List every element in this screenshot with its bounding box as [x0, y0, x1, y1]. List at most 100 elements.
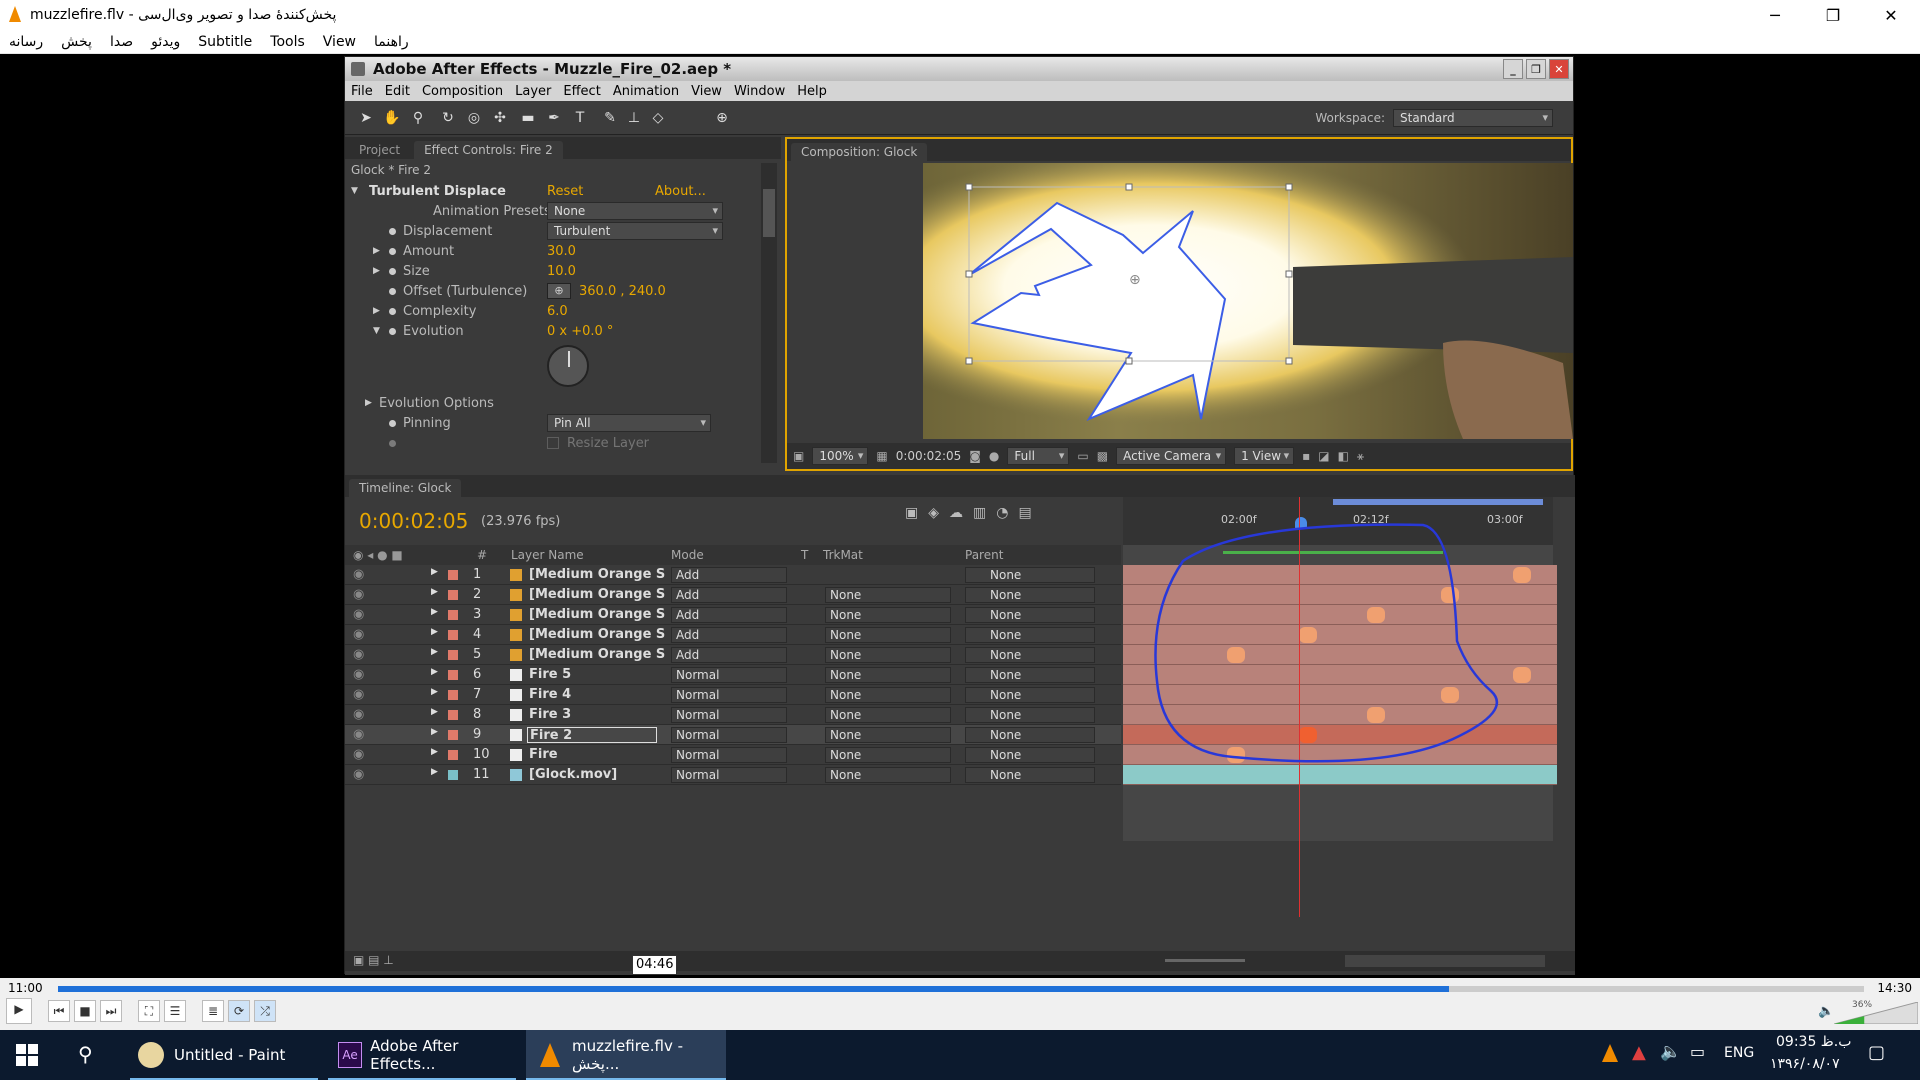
menu-media[interactable]: رسانه: [9, 34, 43, 50]
expand-arrow-icon[interactable]: ▶: [431, 767, 438, 777]
eye-icon[interactable]: ◉: [353, 667, 364, 682]
eye-icon[interactable]: ◉: [353, 747, 364, 762]
taskbar-app-paint[interactable]: Untitled - Paint: [130, 1030, 318, 1080]
stopwatch-icon[interactable]: [389, 419, 396, 427]
size-value[interactable]: 10.0: [547, 264, 576, 279]
trkmat-dropdown[interactable]: None: [825, 707, 951, 723]
expand-arrow-icon[interactable]: ▶: [373, 266, 380, 276]
layer-row[interactable]: ◉ ▶ 4 [Medium Orange S Add None None: [345, 625, 1121, 645]
stop-button[interactable]: ■: [74, 1000, 96, 1022]
previous-button[interactable]: ⏮: [48, 1000, 70, 1022]
stopwatch-icon[interactable]: [389, 227, 396, 235]
label-color[interactable]: [448, 590, 458, 600]
shuffle-button[interactable]: ⤮: [254, 1000, 276, 1022]
anchor-point-icon[interactable]: ⊕: [1129, 272, 1141, 288]
composition-viewer[interactable]: ⊕: [923, 163, 1573, 439]
search-icon[interactable]: ⚲: [78, 1042, 93, 1066]
ae-menu-window[interactable]: Window: [734, 84, 785, 99]
parent-dropdown[interactable]: None: [965, 647, 1095, 663]
menu-view[interactable]: View: [323, 34, 356, 50]
graph-editor-icon[interactable]: ▤: [1018, 505, 1031, 521]
clock-date[interactable]: ۱۳۹۶/۰۸/۰۷: [1770, 1056, 1840, 1072]
loop-button[interactable]: ⟳: [228, 1000, 250, 1022]
comp-timecode[interactable]: 0:00:02:05: [896, 449, 962, 463]
collapse-arrow-icon[interactable]: ▼: [373, 326, 380, 336]
brush-tool-icon[interactable]: ✎: [601, 109, 619, 127]
layer-row-selected[interactable]: ◉ ▶ 9 Fire 2 Normal None None: [345, 725, 1121, 745]
layer-row[interactable]: ◉ ▶ 5 [Medium Orange S Add None None: [345, 645, 1121, 665]
hand-tool-icon[interactable]: ✋: [383, 109, 401, 127]
layer-name[interactable]: Fire 2: [527, 727, 657, 743]
expand-arrow-icon[interactable]: ▶: [373, 246, 380, 256]
eye-icon[interactable]: ◉: [353, 727, 364, 742]
layer-row[interactable]: ◉ ▶ 6 Fire 5 Normal None None: [345, 665, 1121, 685]
ae-menu-edit[interactable]: Edit: [385, 84, 410, 99]
ae-menu-effect[interactable]: Effect: [563, 84, 600, 99]
layer-name[interactable]: Fire 5: [529, 667, 571, 682]
layer-row[interactable]: ◉ ▶ 3 [Medium Orange S Add None None: [345, 605, 1121, 625]
crosshair-icon[interactable]: ⊕: [547, 283, 571, 299]
hide-shy-icon[interactable]: ☁: [949, 505, 963, 521]
camera-tool-icon[interactable]: ◎: [465, 109, 483, 127]
play-button[interactable]: ▶: [6, 998, 32, 1024]
snapshot-icon[interactable]: ◙: [969, 449, 981, 463]
menu-audio[interactable]: صدا: [110, 34, 133, 50]
toggle-switches-icon[interactable]: ▣ ▤ ⊥: [353, 953, 394, 967]
label-color[interactable]: [448, 610, 458, 620]
label-color[interactable]: [448, 670, 458, 680]
layer-row[interactable]: ◉ ▶ 7 Fire 4 Normal None None: [345, 685, 1121, 705]
zoom-dropdown[interactable]: 100%: [812, 447, 869, 465]
mode-dropdown[interactable]: Add: [671, 627, 787, 643]
windows-start-icon[interactable]: [16, 1044, 38, 1066]
resize-layer-checkbox[interactable]: [547, 437, 559, 449]
collapse-arrow-icon[interactable]: ▼: [351, 186, 358, 196]
eye-icon[interactable]: ◉: [353, 567, 364, 582]
workspace-dropdown[interactable]: Standard: [1393, 109, 1553, 127]
total-time[interactable]: 14:30: [1877, 981, 1912, 995]
header-layer-name[interactable]: Layer Name: [511, 548, 584, 562]
frame-blending-icon[interactable]: ▥: [973, 505, 986, 521]
parent-dropdown[interactable]: None: [965, 747, 1095, 763]
scrollbar-thumb[interactable]: [763, 189, 775, 237]
zoom-tool-icon[interactable]: ⚲: [409, 109, 427, 127]
stopwatch-icon[interactable]: [389, 247, 396, 255]
layer-name[interactable]: [Medium Orange S: [529, 647, 665, 662]
trkmat-dropdown[interactable]: None: [825, 747, 951, 763]
layer-name[interactable]: [Medium Orange S: [529, 587, 665, 602]
ae-menu-view[interactable]: View: [691, 84, 722, 99]
parent-dropdown[interactable]: None: [965, 767, 1095, 783]
mode-dropdown[interactable]: Normal: [671, 687, 787, 703]
mode-dropdown[interactable]: Normal: [671, 707, 787, 723]
parent-dropdown[interactable]: None: [965, 707, 1095, 723]
mode-dropdown[interactable]: Add: [671, 587, 787, 603]
trkmat-dropdown[interactable]: None: [825, 627, 951, 643]
menu-tools[interactable]: Tools: [270, 34, 305, 50]
layer-name[interactable]: [Medium Orange S: [529, 607, 665, 622]
parent-dropdown[interactable]: None: [965, 727, 1095, 743]
tab-timeline[interactable]: Timeline: Glock: [349, 479, 462, 497]
parent-dropdown[interactable]: None: [965, 687, 1095, 703]
mode-dropdown[interactable]: Add: [671, 607, 787, 623]
stopwatch-icon[interactable]: [389, 327, 396, 335]
rectangle-tool-icon[interactable]: ▬: [519, 109, 537, 127]
trkmat-dropdown[interactable]: None: [825, 667, 951, 683]
layer-name[interactable]: [Medium Orange S: [529, 627, 665, 642]
notifications-icon[interactable]: ▢: [1868, 1042, 1885, 1063]
ae-restore-button[interactable]: ❐: [1526, 59, 1546, 79]
playlist-button[interactable]: ≣: [202, 1000, 224, 1022]
menu-help[interactable]: راهنما: [374, 34, 409, 50]
eye-icon[interactable]: ◉: [353, 687, 364, 702]
rotate-tool-icon[interactable]: ↻: [439, 109, 457, 127]
expand-arrow-icon[interactable]: ▶: [431, 607, 438, 617]
about-link[interactable]: About...: [655, 184, 706, 199]
label-color[interactable]: [448, 690, 458, 700]
ae-close-button[interactable]: ✕: [1549, 59, 1569, 79]
live-update-icon[interactable]: ▣: [905, 505, 918, 521]
mode-dropdown[interactable]: Add: [671, 567, 787, 583]
timeline-scrollbar[interactable]: [1345, 955, 1545, 967]
label-color[interactable]: [448, 770, 458, 780]
label-color[interactable]: [448, 630, 458, 640]
trkmat-dropdown[interactable]: None: [825, 587, 951, 603]
parent-dropdown[interactable]: None: [965, 607, 1095, 623]
stopwatch-icon[interactable]: [389, 267, 396, 275]
